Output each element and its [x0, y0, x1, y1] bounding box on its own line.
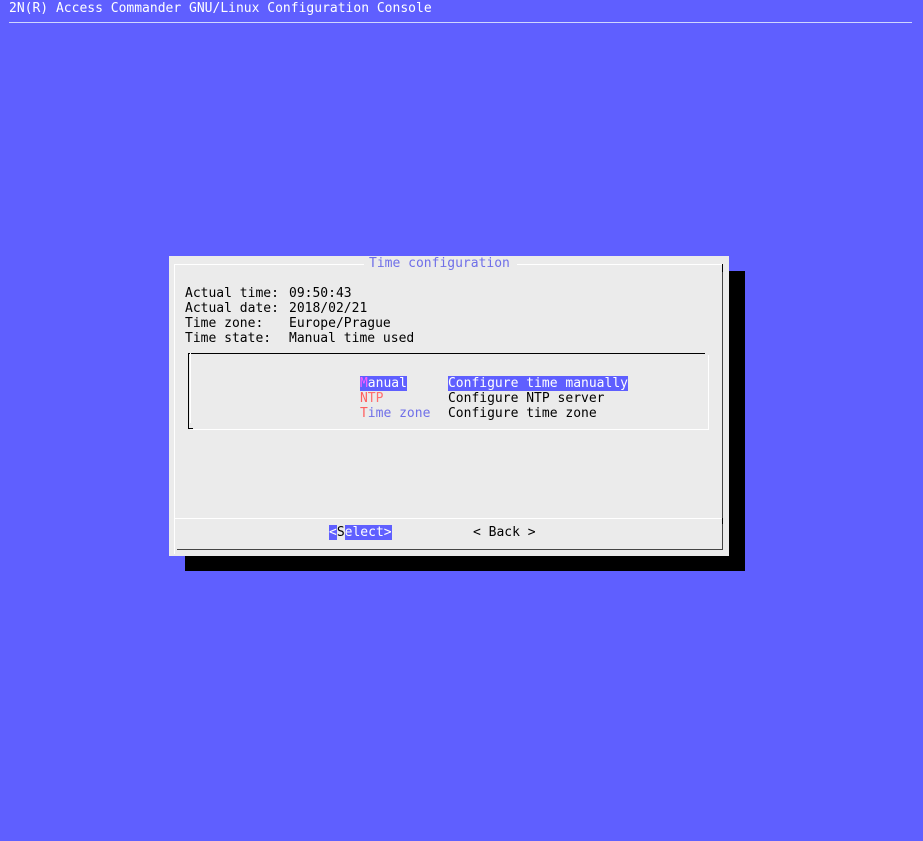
select-button-cursor: S	[336, 525, 345, 540]
info-value: 2018/02/21	[289, 301, 368, 316]
menu-box-border	[188, 353, 705, 354]
time-info: Actual time: 09:50:43 Actual date: 2018/02…	[185, 286, 414, 346]
menu-box-border	[188, 353, 189, 429]
time-configuration-dialog: Time configuration Actual time: 09:50:43 …	[169, 256, 729, 556]
info-value: Europe/Prague	[289, 316, 391, 331]
menu-box-border	[190, 353, 191, 423]
info-label: Actual time:	[185, 286, 279, 301]
menu-item-time-zone[interactable]: Time zone Configure time zone	[313, 391, 628, 421]
info-row-time-zone: Time zone: Europe/Prague	[185, 316, 414, 331]
frame-line	[517, 264, 722, 265]
menu-hotkey: T	[359, 406, 368, 421]
menu-list: Manual Configure time manually NTP Configu…	[313, 361, 628, 421]
info-value: Manual time used	[289, 331, 415, 346]
frame-line	[174, 264, 364, 265]
frame-line	[174, 264, 175, 554]
menu-tag: Time zone	[360, 406, 448, 421]
button-bar: <Select> < Back >	[329, 525, 536, 585]
info-row-actual-date: Actual date: 2018/02/21	[185, 301, 414, 316]
menu-description: Configure time zone	[447, 406, 597, 421]
menu-item-manual[interactable]: Manual Configure time manually	[313, 361, 628, 391]
frame-line	[722, 264, 723, 550]
select-button-label: elect>	[344, 525, 392, 540]
button-separator	[174, 518, 723, 519]
menu-tag-rest: ime zone	[367, 406, 431, 421]
menu-box-border	[190, 429, 708, 430]
select-button[interactable]: <Select>	[329, 525, 392, 540]
menu-box-border	[188, 428, 193, 429]
info-row-actual-time: Actual time: 09:50:43	[185, 286, 414, 301]
dialog-title: Time configuration	[369, 256, 510, 271]
info-row-time-state: Time state: Manual time used	[185, 331, 414, 346]
info-label: Time zone:	[185, 316, 264, 331]
back-button[interactable]: < Back >	[473, 525, 536, 540]
info-label: Time state:	[185, 331, 272, 346]
info-label: Actual date:	[185, 301, 279, 316]
frame-line	[177, 549, 723, 550]
backtitle: 2N(R) Access Commander GNU/Linux Configu…	[9, 1, 432, 16]
backtitle-rule	[9, 22, 912, 23]
frame-line	[722, 264, 723, 272]
select-button-bracket: <	[329, 525, 337, 540]
menu-item-ntp[interactable]: NTP Configure NTP server	[313, 376, 628, 406]
info-value: 09:50:43	[289, 286, 352, 301]
frame-line	[722, 518, 723, 524]
menu-box-border	[708, 355, 709, 430]
